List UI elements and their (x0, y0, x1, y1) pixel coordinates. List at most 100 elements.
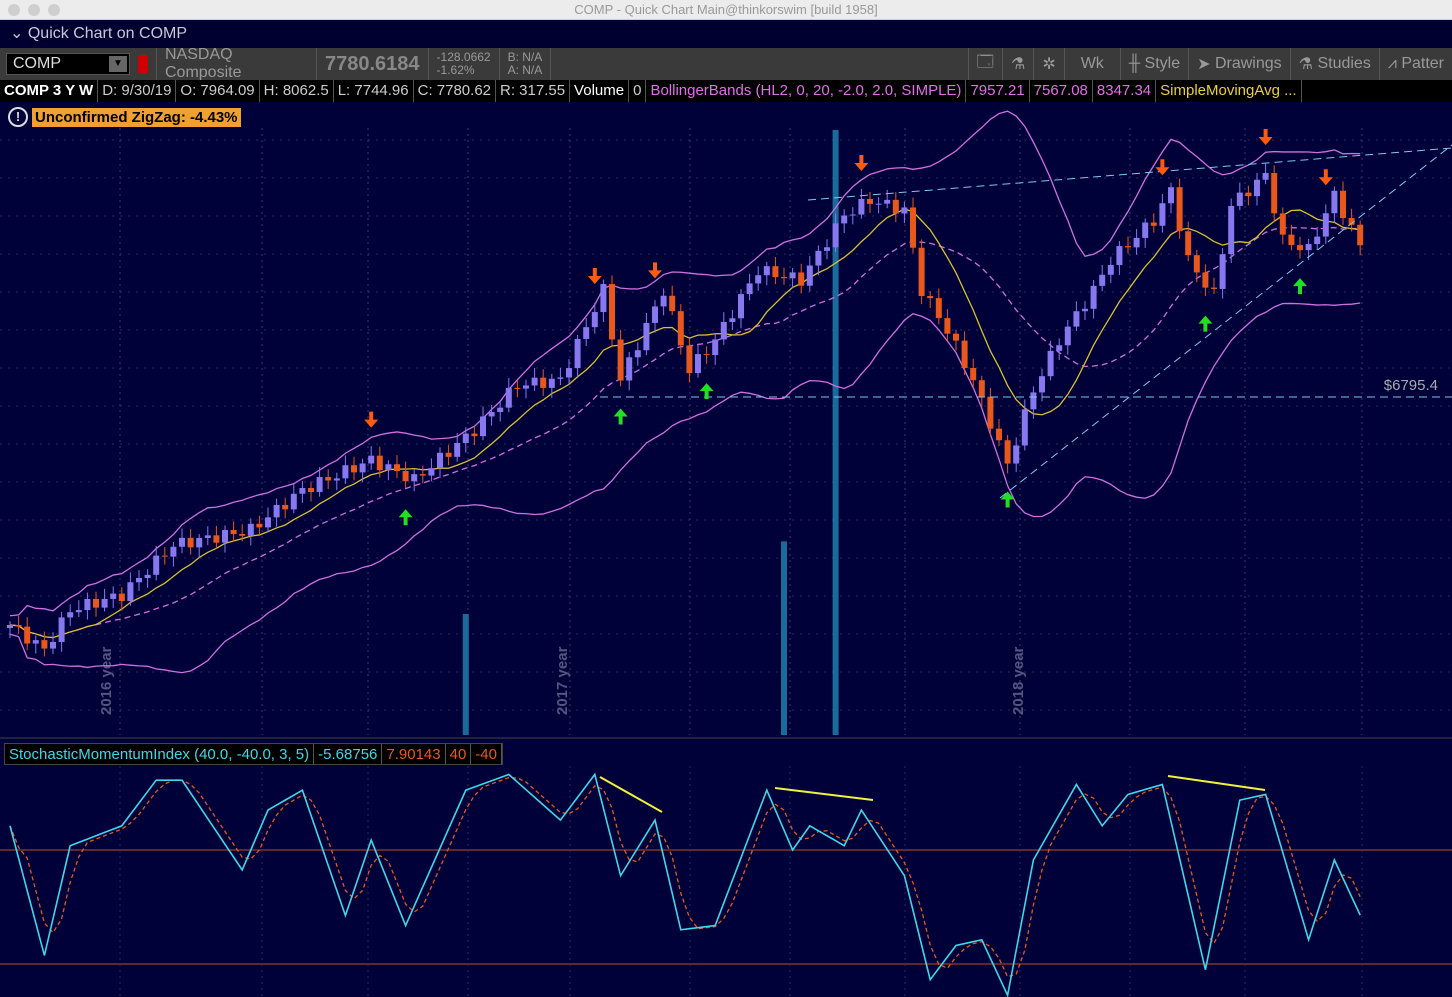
link-color-button[interactable] (130, 48, 157, 80)
candle-body (290, 493, 297, 510)
volume-label[interactable]: Volume (570, 80, 630, 102)
candle-body (411, 474, 418, 482)
candle-body (505, 387, 512, 408)
studies-button[interactable]: ⚗ Studies (1291, 48, 1380, 80)
candle-body (566, 368, 572, 378)
bar-close: C: 7780.62 (414, 80, 496, 102)
bollinger-mid (9, 226, 1361, 639)
smi-label[interactable]: StochasticMomentumIndex (40.0, -40.0, 3,… (5, 744, 315, 764)
candle-body (84, 598, 91, 611)
up-arrow-icon (1198, 315, 1213, 332)
candle-icon: ╫ (1128, 55, 1145, 72)
cursor-icon: ➤ (1197, 56, 1215, 73)
candle-body (514, 387, 521, 389)
chevron-down-icon[interactable]: ⌄ (10, 25, 28, 42)
symbol-selector[interactable]: COMP ▼ (6, 53, 130, 75)
candle-body (858, 198, 865, 215)
candle-body (1193, 255, 1200, 273)
candle-body (1211, 287, 1217, 289)
candle-body (471, 433, 478, 437)
candle-body (669, 295, 676, 312)
candle-body (1021, 409, 1028, 446)
candle-body (437, 452, 443, 469)
alert-icon: ! (8, 107, 28, 127)
candle-body (230, 529, 237, 534)
price-chart[interactable]: 2016 year 2017 year 2018 year (0, 102, 1452, 997)
settings-button[interactable]: ✲ (1034, 48, 1065, 80)
candle-body (419, 474, 426, 476)
candle-body (428, 468, 435, 476)
candle-body (118, 593, 125, 602)
window-titlebar: COMP - Quick Chart Main@thinkorswim [bui… (0, 0, 1452, 20)
symbol-value: COMP (13, 55, 61, 72)
candle-body (1262, 173, 1269, 180)
minimize-button[interactable] (28, 4, 40, 16)
candle-body (24, 626, 31, 644)
candle-body (617, 339, 624, 381)
smi-header: StochasticMomentumIndex (40.0, -40.0, 3,… (4, 743, 503, 765)
candle-body (1107, 265, 1114, 275)
candle-body (402, 471, 409, 482)
up-arrow-icon (398, 509, 413, 526)
gear-icon: ✲ (1042, 56, 1056, 73)
candle-body (316, 477, 323, 493)
candle-body (961, 340, 968, 368)
symbol-period: COMP 3 Y W (0, 80, 99, 102)
candle-body (213, 535, 220, 543)
candle-body (1176, 187, 1183, 232)
down-arrow-icon (648, 262, 662, 279)
candle-body (918, 247, 925, 297)
dropdown-icon[interactable]: ▼ (109, 56, 127, 72)
drawings-label: Drawings (1214, 55, 1282, 72)
bar-range: R: 317.55 (496, 80, 571, 102)
candle-body (789, 272, 796, 279)
window-controls[interactable] (8, 4, 60, 16)
zigzag-alert: ! Unconfirmed ZigZag: -4.43% (8, 107, 241, 127)
candle-body (1185, 231, 1192, 256)
smi-oversold: -40 (471, 744, 502, 764)
candle-body (41, 640, 48, 649)
aggregation-button[interactable]: Wk (1065, 48, 1121, 80)
candle-body (729, 318, 736, 322)
candle-body (1271, 173, 1278, 214)
candle-body (196, 538, 203, 548)
candle-body (497, 407, 504, 412)
candle-body (179, 537, 185, 547)
candle-body (488, 411, 495, 417)
candle-body (849, 214, 856, 216)
flask-button[interactable]: ⚗ (1003, 48, 1035, 80)
candle-body (1331, 190, 1338, 214)
sma-label[interactable]: SimpleMovingAvg ... (1156, 80, 1302, 102)
candle-body (1245, 192, 1252, 197)
close-button[interactable] (8, 4, 20, 16)
style-button[interactable]: ╫ Style (1121, 48, 1190, 80)
divergence-line (774, 787, 874, 801)
candle-body (1279, 213, 1286, 235)
candle-body (1150, 222, 1157, 226)
candle-body (67, 612, 74, 618)
candle-body (161, 555, 168, 557)
symbol-name: NASDAQ Composite (157, 46, 317, 81)
candle-body (1116, 246, 1123, 266)
candle-body (394, 464, 400, 472)
smi-value: -5.68756 (314, 744, 383, 764)
candle-body (308, 488, 314, 493)
resistance-trendline (807, 147, 1452, 201)
candle-body (58, 617, 65, 642)
down-arrow-icon (854, 154, 869, 171)
bollinger-label[interactable]: BollingerBands (HL2, 0, 20, -2.0, 2.0, S… (646, 80, 967, 102)
candle-body (1047, 350, 1054, 377)
zoom-button[interactable] (48, 4, 60, 16)
patterns-button[interactable]: ⩘ Patter (1380, 48, 1452, 80)
quick-chart-header[interactable]: ⌄ Quick Chart on COMP (0, 20, 1452, 48)
smi-avg-value: 7.90143 (382, 744, 446, 764)
candle-body (600, 284, 607, 313)
info-button[interactable]: 🗔 (967, 48, 1003, 80)
candle-body (342, 465, 349, 479)
divergence-line (1167, 775, 1266, 791)
down-arrow-icon (1318, 169, 1333, 186)
flask-icon: ⚗ (1298, 56, 1318, 73)
smi-overbought: 40 (446, 744, 472, 764)
down-arrow-icon (364, 411, 379, 428)
drawings-button[interactable]: ➤ Drawings (1189, 48, 1291, 80)
